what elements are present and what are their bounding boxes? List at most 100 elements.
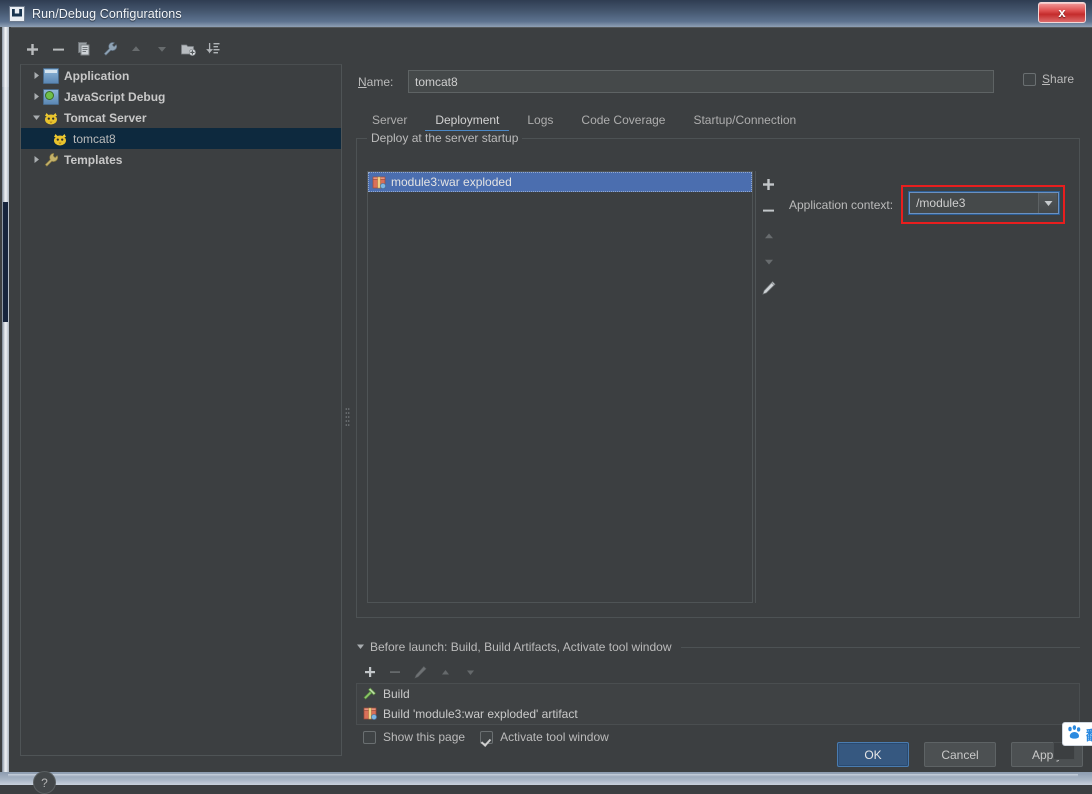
list-item-label: Build 'module3:war exploded' artifact xyxy=(383,707,578,721)
before-launch-task-list[interactable]: Build Build 'module3:war exploded' artif… xyxy=(356,683,1080,725)
tab-label: Code Coverage xyxy=(581,113,665,127)
sidebar-item-label: Application xyxy=(64,69,129,83)
list-item[interactable]: module3:war exploded xyxy=(368,172,752,192)
show-this-page-label: Show this page xyxy=(383,730,465,744)
chevron-down-icon[interactable] xyxy=(356,640,365,654)
baidu-paw-icon xyxy=(1066,724,1083,744)
activate-tool-window-checkbox[interactable] xyxy=(480,731,493,744)
tab-label: Logs xyxy=(527,113,553,127)
remove-task-button[interactable] xyxy=(384,662,406,682)
share-checkbox[interactable] xyxy=(1023,73,1036,86)
sidebar-item-application[interactable]: Application xyxy=(21,65,341,86)
wrench-icon[interactable] xyxy=(98,38,122,60)
deployment-group: Deploy at the server startup module3:war… xyxy=(356,138,1080,618)
sidebar-item-label: tomcat8 xyxy=(73,132,116,146)
artifact-list-toolbar xyxy=(755,171,781,603)
sidebar-item-templates[interactable]: Templates xyxy=(21,149,341,170)
group-divider xyxy=(681,647,1081,648)
sidebar-item-tomcat8[interactable]: tomcat8 xyxy=(21,128,341,149)
tab-deployment[interactable]: Deployment xyxy=(421,108,513,132)
artifact-icon xyxy=(371,174,387,190)
sidebar-item-javascript-debug[interactable]: JavaScript Debug xyxy=(21,86,341,107)
baidu-translate-widget[interactable]: 翻 xyxy=(1062,722,1092,746)
before-launch-toolbar xyxy=(359,662,481,682)
edit-artifact-button[interactable] xyxy=(758,277,780,299)
application-context-value: /module3 xyxy=(910,196,1038,210)
ok-button-label: OK xyxy=(864,748,881,762)
tab-logs[interactable]: Logs xyxy=(513,108,567,132)
panel-splitter-handle[interactable] xyxy=(343,406,351,428)
add-configuration-button[interactable] xyxy=(20,38,44,60)
copy-configuration-button[interactable] xyxy=(72,38,96,60)
application-context-row: Application context: /module3 xyxy=(789,185,1065,224)
deployment-artifact-list[interactable]: module3:war exploded xyxy=(367,171,753,603)
folder-add-icon[interactable] xyxy=(176,38,200,60)
before-launch-header[interactable]: Before launch: Build, Build Artifacts, A… xyxy=(356,640,1080,654)
window-titlebar: Run/Debug Configurations x xyxy=(0,0,1092,27)
move-up-button[interactable] xyxy=(124,38,148,60)
artifact-icon xyxy=(362,705,378,724)
list-item[interactable]: Build 'module3:war exploded' artifact xyxy=(357,704,1079,724)
remove-artifact-button[interactable] xyxy=(758,199,780,221)
move-artifact-up-button[interactable] xyxy=(758,225,780,247)
sidebar-item-tomcat-server[interactable]: Tomcat Server xyxy=(21,107,341,128)
chevron-right-icon[interactable] xyxy=(29,69,43,83)
deploy-group-label: Deploy at the server startup xyxy=(367,131,522,145)
tab-label: Deployment xyxy=(435,113,499,127)
task-move-up-button[interactable] xyxy=(434,662,456,682)
move-down-button[interactable] xyxy=(150,38,174,60)
show-this-page-checkbox[interactable] xyxy=(363,731,376,744)
activate-tool-window-label: Activate tool window xyxy=(500,730,609,744)
chevron-down-icon[interactable] xyxy=(29,111,43,125)
name-input[interactable] xyxy=(408,70,994,93)
application-context-label: Application context: xyxy=(789,198,893,212)
chevron-right-icon[interactable] xyxy=(29,153,43,167)
background-scrollbar-track[interactable] xyxy=(2,27,9,772)
run-config-icon xyxy=(43,68,59,84)
js-debug-icon xyxy=(43,89,59,105)
background-scrollbar-marker xyxy=(3,202,8,322)
tomcat-icon xyxy=(43,110,59,126)
name-row: Name: xyxy=(358,70,1080,93)
background-scrollbar-thumb[interactable] xyxy=(2,27,9,87)
intellij-idea-icon xyxy=(9,6,25,22)
close-window-button[interactable]: x xyxy=(1038,2,1086,23)
dialog-button-bar: OK Cancel Apply xyxy=(837,742,1083,767)
share-label: Share xyxy=(1042,72,1074,86)
list-item[interactable]: Build xyxy=(357,684,1079,704)
question-mark-icon: ? xyxy=(41,776,48,790)
remove-configuration-button[interactable] xyxy=(46,38,70,60)
sort-alpha-icon[interactable] xyxy=(202,38,226,60)
help-button[interactable]: ? xyxy=(33,771,56,794)
tab-startup-connection[interactable]: Startup/Connection xyxy=(679,108,810,132)
sidebar-item-label: Templates xyxy=(64,153,122,167)
run-debug-configurations-dialog: Application JavaScript Debug xyxy=(11,27,1092,772)
application-context-combobox[interactable]: /module3 xyxy=(909,192,1059,214)
window-left-edge xyxy=(0,27,11,772)
cancel-button[interactable]: Cancel xyxy=(924,742,996,767)
chevron-right-icon[interactable] xyxy=(29,90,43,104)
window-bottom-edge xyxy=(0,772,1092,785)
ok-button[interactable]: OK xyxy=(837,742,909,767)
chevron-down-icon[interactable] xyxy=(1038,193,1057,213)
configurations-toolbar xyxy=(20,36,342,62)
move-artifact-down-button[interactable] xyxy=(758,251,780,273)
task-move-down-button[interactable] xyxy=(459,662,481,682)
sidebar-item-label: Tomcat Server xyxy=(64,111,146,125)
tab-server[interactable]: Server xyxy=(358,108,421,132)
tab-code-coverage[interactable]: Code Coverage xyxy=(567,108,679,132)
overlay-label: 翻 xyxy=(1086,725,1092,744)
wrench-icon xyxy=(43,152,59,168)
annotation-highlight-rectangle: /module3 xyxy=(901,185,1065,224)
edit-task-button[interactable] xyxy=(409,662,431,682)
before-launch-title: Before launch: Build, Build Artifacts, A… xyxy=(370,640,672,654)
tab-label: Startup/Connection xyxy=(693,113,796,127)
window-title: Run/Debug Configurations xyxy=(32,7,182,21)
add-task-button[interactable] xyxy=(359,662,381,682)
add-artifact-button[interactable] xyxy=(758,173,780,195)
configurations-tree[interactable]: Application JavaScript Debug xyxy=(20,64,342,756)
tab-label: Server xyxy=(372,113,407,127)
name-label: Name: xyxy=(358,75,408,89)
cancel-button-label: Cancel xyxy=(941,748,978,762)
tomcat-icon xyxy=(52,131,68,147)
